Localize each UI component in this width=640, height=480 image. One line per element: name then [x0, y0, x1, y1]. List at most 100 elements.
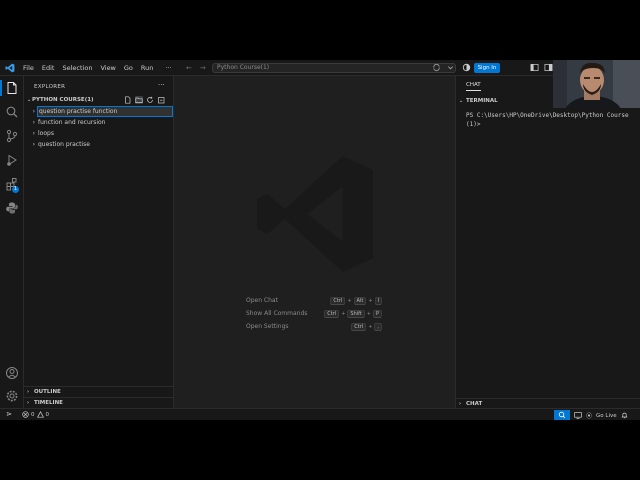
key: ,	[374, 322, 382, 331]
chevron-down-icon[interactable]	[446, 63, 455, 72]
folder-item[interactable]: › function and recursion	[24, 117, 174, 128]
chevron-right-icon: ›	[32, 130, 35, 137]
settings-gear-icon[interactable]	[5, 389, 19, 403]
menu-view[interactable]: View	[96, 64, 119, 72]
webcam-person-image	[553, 60, 640, 108]
shortcut-label: Open Chat	[246, 297, 278, 304]
copilot-icon[interactable]	[462, 63, 471, 72]
python-icon[interactable]	[5, 201, 19, 215]
folder-label: question practise	[38, 141, 90, 148]
warning-count: 0	[45, 411, 50, 418]
menu-go[interactable]: Go	[120, 64, 137, 72]
shortcut-keys: Ctrl + ,	[351, 322, 382, 331]
sync-icon[interactable]	[432, 63, 441, 72]
key: P	[372, 309, 382, 318]
menu-file[interactable]: File	[19, 64, 38, 72]
key: Ctrl	[330, 296, 346, 305]
problems-indicator[interactable]: 0 0	[22, 411, 49, 418]
chevron-down-icon: ⌄	[27, 97, 32, 103]
secondary-sidebar: CHAT ⌄ TERMINAL PS C:\Users\HP\OneDrive\…	[455, 76, 640, 408]
chevron-down-icon: ⌄	[459, 98, 464, 104]
shortcut-show-all-commands[interactable]: Show All Commands Ctrl + Shift + P	[246, 307, 396, 320]
extensions-badge: 1	[12, 186, 19, 193]
chevron-right-icon: ›	[32, 141, 35, 148]
explorer-more-actions[interactable]: ···	[158, 81, 165, 89]
new-folder-icon[interactable]	[135, 96, 143, 104]
chevron-right-icon: ›	[32, 119, 35, 126]
zoom-indicator[interactable]	[554, 410, 570, 420]
new-file-icon[interactable]	[124, 96, 132, 104]
folder-item[interactable]: › loops	[24, 128, 174, 139]
workspace-folder-name: PYTHON COURSE(1)	[32, 97, 94, 103]
chevron-right-icon: ›	[459, 400, 462, 407]
zoom-icon	[558, 411, 566, 419]
collapse-all-icon[interactable]	[157, 96, 165, 104]
explorer-title: EXPLORER	[34, 84, 66, 90]
forward-arrow-icon[interactable]: →	[200, 64, 206, 72]
active-view-indicator	[0, 80, 2, 96]
editor-area[interactable]: Open Chat Ctrl + Alt + I Show All Commands…	[174, 76, 455, 408]
shortcut-open-settings[interactable]: Open Settings Ctrl + ,	[246, 320, 396, 333]
chevron-right-icon: ›	[27, 388, 30, 395]
activity-bar: 1	[0, 76, 24, 408]
webcam-overlay	[553, 60, 640, 108]
key: Shift	[347, 309, 365, 318]
menu-more[interactable]: ···	[161, 64, 175, 72]
menu-edit[interactable]: Edit	[38, 64, 59, 72]
layout-controls	[530, 63, 553, 72]
go-live-icon: ⦿	[586, 413, 593, 420]
refresh-icon[interactable]	[146, 96, 154, 104]
warning-icon	[36, 411, 44, 418]
navigation-arrows: ← →	[186, 64, 206, 72]
folder-label: loops	[38, 130, 54, 137]
key: Ctrl	[324, 309, 340, 318]
menu-run[interactable]: Run	[137, 64, 157, 72]
chevron-right-icon: ›	[32, 108, 35, 115]
back-arrow-icon[interactable]: ←	[186, 64, 192, 72]
chevron-right-icon: ›	[27, 399, 30, 406]
search-icon[interactable]	[5, 105, 19, 119]
shortcut-label: Open Settings	[246, 323, 289, 330]
error-count: 0	[31, 411, 35, 418]
shortcut-open-chat[interactable]: Open Chat Ctrl + Alt + I	[246, 294, 396, 307]
new-folder-name-input[interactable]: question practise function	[37, 106, 173, 117]
editor-shortcut-hints: Open Chat Ctrl + Alt + I Show All Commands…	[246, 294, 396, 333]
toggle-primary-sidebar-icon[interactable]	[530, 63, 539, 72]
shortcut-label: Show All Commands	[246, 310, 308, 317]
source-control-icon[interactable]	[5, 129, 19, 143]
status-bar: ⋗ 0 0 ⦿ Go Live	[0, 408, 640, 420]
timeline-label: TIMELINE	[34, 399, 63, 406]
chat-tab[interactable]: CHAT	[466, 82, 481, 91]
go-live-button[interactable]: Go Live	[596, 413, 617, 419]
vscode-watermark-icon	[257, 156, 373, 272]
title-bar: File Edit Selection View Go Run ··· ← → …	[0, 60, 640, 76]
menu-selection[interactable]: Selection	[58, 64, 96, 72]
terminal-output[interactable]: PS C:\Users\HP\OneDrive\Desktop\Python C…	[466, 111, 638, 129]
remote-window-icon[interactable]	[574, 412, 582, 419]
error-icon	[22, 411, 29, 418]
explorer-sidebar: EXPLORER ··· ⌄ PYTHON COURSE(1) › questi…	[24, 76, 174, 408]
account-icon[interactable]	[5, 366, 19, 380]
explorer-icon[interactable]	[5, 81, 19, 95]
notifications-bell-icon[interactable]	[621, 412, 628, 419]
toggle-panel-icon[interactable]	[544, 63, 553, 72]
chat-label: CHAT	[466, 400, 483, 407]
folder-item[interactable]: › question practise	[24, 139, 174, 150]
titlebar-right-icons	[432, 63, 455, 72]
shortcut-keys: Ctrl + Alt + I	[330, 296, 382, 305]
shortcut-keys: Ctrl + Shift + P	[324, 309, 382, 318]
timeline-section-header[interactable]: › TIMELINE	[24, 397, 174, 407]
folder-label: function and recursion	[38, 119, 106, 126]
outline-section-header[interactable]: › OUTLINE	[24, 386, 174, 396]
remote-indicator-icon[interactable]: ⋗	[0, 409, 18, 420]
vscode-logo-icon	[5, 63, 15, 72]
sign-in-button[interactable]: Sign In	[474, 63, 500, 73]
status-right-items: ⦿ Go Live	[574, 411, 628, 420]
key: Ctrl	[351, 322, 367, 331]
command-center-search[interactable]: Python Course(1)	[212, 63, 456, 73]
run-debug-icon[interactable]	[5, 153, 19, 167]
chat-section-header[interactable]: › CHAT	[456, 398, 640, 408]
outline-label: OUTLINE	[34, 388, 61, 395]
vscode-window: File Edit Selection View Go Run ··· ← → …	[0, 60, 640, 420]
explorer-actions	[124, 96, 165, 104]
